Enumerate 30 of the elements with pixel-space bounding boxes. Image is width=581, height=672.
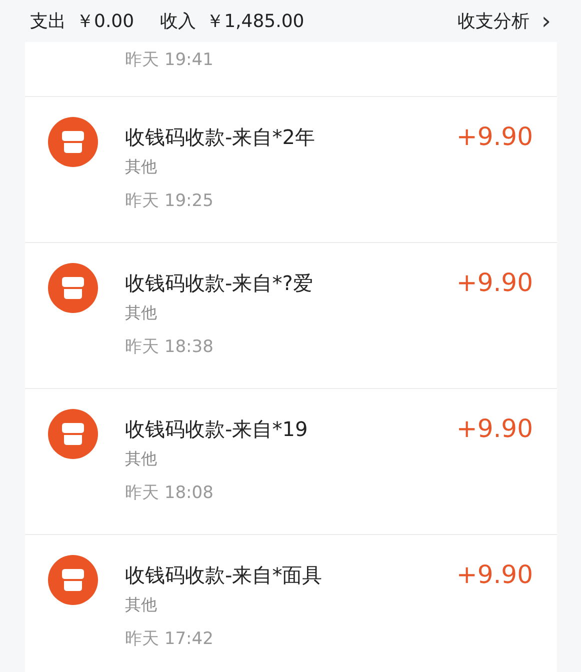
- expense-total: ￥0.00: [76, 10, 134, 33]
- transaction-time: 昨天 19:25: [125, 190, 214, 213]
- transaction-time: 昨天 18:08: [125, 482, 214, 505]
- store-icon: [48, 263, 98, 313]
- transaction-title: 收钱码收款-来自*2年: [125, 124, 315, 151]
- transaction-time: 昨天 17:42: [125, 628, 214, 651]
- transaction-category: 其他: [125, 156, 157, 178]
- store-icon: [48, 409, 98, 459]
- transaction-category: 其他: [125, 302, 157, 324]
- transaction-title: 收钱码收款-来自*面具: [125, 562, 322, 589]
- transaction-card[interactable]: 收钱码收款-来自*面具 其他 昨天 17:42 +9.90: [25, 535, 557, 672]
- transaction-card[interactable]: 收钱码收款-来自*2年 其他 昨天 19:25 +9.90: [25, 97, 557, 243]
- transaction-time: 昨天 18:38: [125, 336, 214, 359]
- transaction-time: 昨天 19:41: [125, 49, 214, 72]
- transaction-amount: +9.90: [456, 267, 533, 299]
- transaction-card[interactable]: 收钱码收款-来自*?爱 其他 昨天 18:38 +9.90: [25, 243, 557, 389]
- store-icon: [48, 117, 98, 167]
- store-icon: [48, 555, 98, 605]
- transaction-category: 其他: [125, 594, 157, 616]
- transaction-title: 收钱码收款-来自*?爱: [125, 270, 313, 297]
- income-label: 收入: [160, 10, 196, 33]
- transaction-title: 收钱码收款-来自*19: [125, 416, 308, 443]
- income-total: ￥1,485.00: [206, 10, 304, 33]
- expense-label: 支出: [30, 10, 66, 33]
- analysis-link[interactable]: 收支分析 ›: [457, 7, 551, 35]
- transaction-amount: +9.90: [456, 121, 533, 153]
- transaction-category: 其他: [125, 448, 157, 470]
- transaction-card[interactable]: 收钱码收款-来自*19 其他 昨天 18:08 +9.90: [25, 389, 557, 535]
- transaction-amount: +9.90: [456, 559, 533, 591]
- transaction-amount: +9.90: [456, 413, 533, 445]
